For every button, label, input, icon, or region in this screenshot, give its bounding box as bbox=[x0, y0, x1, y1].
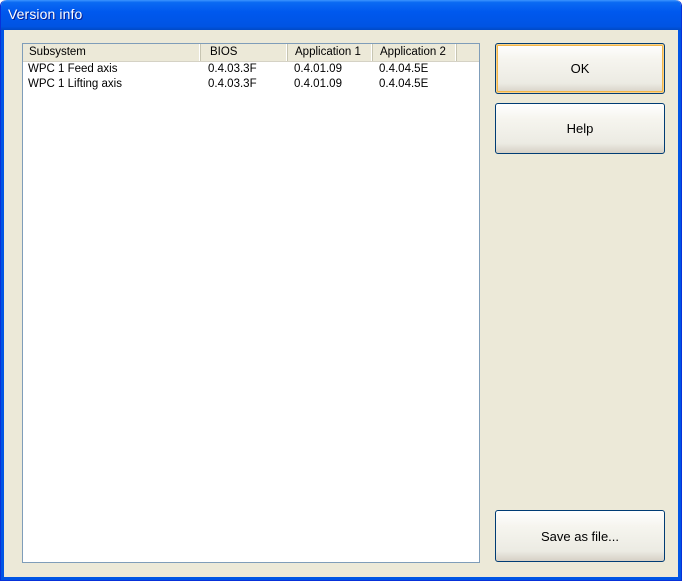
list-header: Subsystem BIOS Application 1 Application… bbox=[23, 44, 479, 62]
table-row[interactable]: WPC 1 Feed axis 0.4.03.3F 0.4.01.09 0.4.… bbox=[23, 62, 479, 77]
help-button[interactable]: Help bbox=[495, 103, 665, 154]
cell-application-2: 0.4.04.5E bbox=[379, 63, 429, 75]
window-frame-left bbox=[1, 30, 4, 580]
cell-application-1: 0.4.01.09 bbox=[294, 78, 342, 90]
cell-application-1: 0.4.01.09 bbox=[294, 63, 342, 75]
title-bar[interactable]: Version info bbox=[1, 0, 681, 30]
cell-bios: 0.4.03.3F bbox=[208, 78, 257, 90]
list-body: WPC 1 Feed axis 0.4.03.3F 0.4.01.09 0.4.… bbox=[23, 62, 479, 92]
cell-subsystem: WPC 1 Lifting axis bbox=[28, 78, 122, 90]
cell-subsystem: WPC 1 Feed axis bbox=[28, 63, 118, 75]
column-header-application-2[interactable]: Application 2 bbox=[373, 44, 457, 61]
column-header-subsystem[interactable]: Subsystem bbox=[23, 44, 201, 61]
cell-application-2: 0.4.04.5E bbox=[379, 78, 429, 90]
column-header-application-1[interactable]: Application 1 bbox=[288, 44, 373, 61]
cell-bios: 0.4.03.3F bbox=[208, 63, 257, 75]
save-as-file-button[interactable]: Save as file... bbox=[495, 510, 665, 562]
table-row[interactable]: WPC 1 Lifting axis 0.4.03.3F 0.4.01.09 0… bbox=[23, 77, 479, 92]
window-frame-bottom bbox=[1, 577, 681, 580]
version-info-dialog: Version info Subsystem BIOS Application … bbox=[0, 0, 682, 581]
column-header-filler bbox=[457, 44, 479, 61]
column-header-bios[interactable]: BIOS bbox=[201, 44, 288, 61]
window-title: Version info bbox=[8, 6, 83, 22]
version-list[interactable]: Subsystem BIOS Application 1 Application… bbox=[22, 43, 480, 563]
window-frame-right bbox=[678, 30, 681, 580]
ok-button[interactable]: OK bbox=[495, 43, 665, 94]
